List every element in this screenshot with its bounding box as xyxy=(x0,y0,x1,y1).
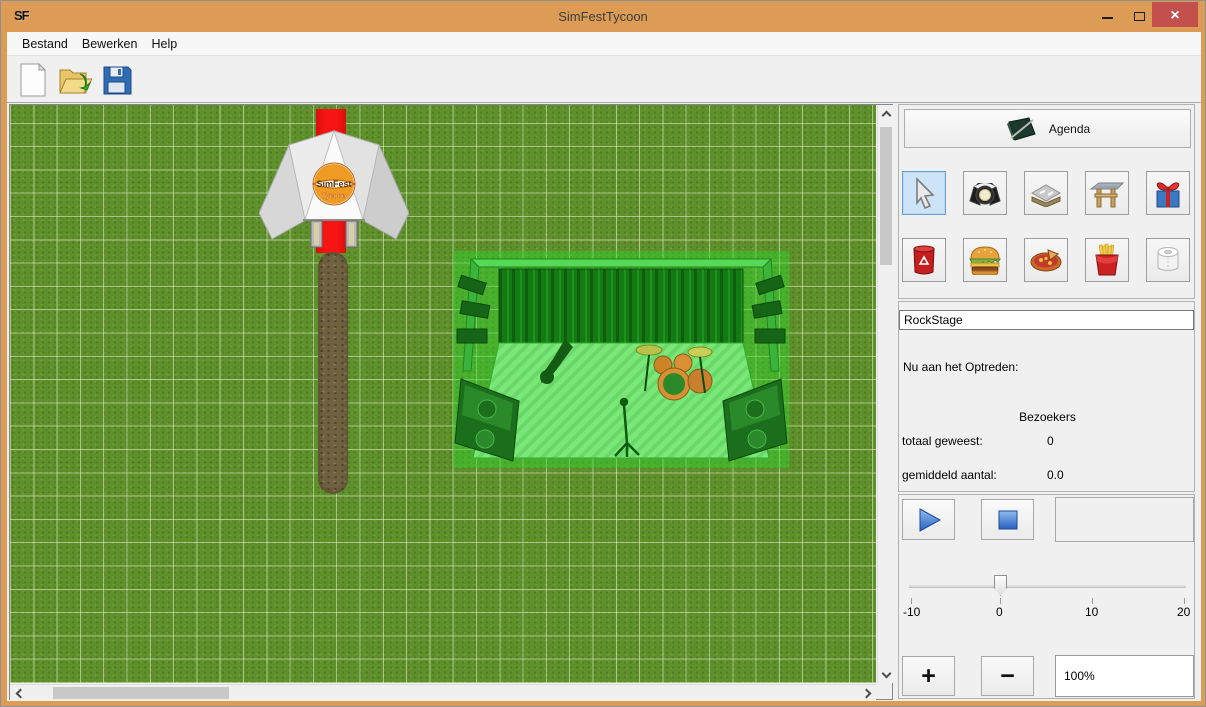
burger-icon xyxy=(967,245,1003,275)
simfesttycoon-window: SF SimFestTycoon × Bestand Bewerken Help xyxy=(0,0,1206,707)
horizontal-scrollbar xyxy=(10,684,876,700)
menubar: Bestand Bewerken Help xyxy=(7,32,1201,56)
tool-spotlight-button[interactable] xyxy=(963,171,1007,215)
play-button[interactable] xyxy=(902,499,955,540)
minimize-button[interactable] xyxy=(1092,2,1122,27)
average-visitors-label: gemiddeld aantal: xyxy=(902,468,997,482)
total-visitors-label: totaal geweest: xyxy=(902,434,983,448)
stage-info-group: Nu aan het Optreden: Bezoekers totaal ge… xyxy=(898,301,1195,492)
tool-select-button[interactable] xyxy=(902,171,946,215)
dirt-path[interactable] xyxy=(318,252,348,494)
tool-toilet-button[interactable] xyxy=(1146,238,1190,282)
new-file-button[interactable] xyxy=(15,62,51,98)
gift-icon xyxy=(1151,176,1185,210)
maximize-button[interactable] xyxy=(1124,2,1154,27)
tool-fries-button[interactable] xyxy=(1085,238,1129,282)
scroll-down-button[interactable] xyxy=(878,667,894,683)
chevron-down-icon xyxy=(881,668,891,678)
speed-slider-track[interactable] xyxy=(909,585,1186,588)
svg-text:Tycoon: Tycoon xyxy=(322,193,346,200)
menu-help[interactable]: Help xyxy=(144,33,184,55)
vertical-scrollbar-thumb[interactable] xyxy=(880,127,892,265)
control-panel: Agenda xyxy=(896,104,1198,700)
slider-tick xyxy=(1184,598,1185,604)
tool-gate-button[interactable] xyxy=(1085,171,1129,215)
stop-icon xyxy=(997,509,1019,531)
titlebar: SF SimFestTycoon × xyxy=(2,2,1204,32)
empty-display-panel xyxy=(1055,497,1194,542)
tools-group: Agenda xyxy=(898,104,1195,299)
stage-truss xyxy=(471,259,771,267)
tool-merchandise-button[interactable] xyxy=(1146,171,1190,215)
trash-can-icon xyxy=(909,244,939,276)
agenda-book-icon xyxy=(1005,116,1039,142)
slider-tick xyxy=(911,598,912,604)
tool-pizza-button[interactable] xyxy=(1024,238,1068,282)
open-file-button[interactable] xyxy=(57,62,93,98)
stage-curtain xyxy=(499,269,743,343)
agenda-button[interactable]: Agenda xyxy=(904,109,1191,148)
map-area: SimFest Tycoon xyxy=(9,104,893,700)
toilet-paper-icon xyxy=(1153,244,1183,276)
zoom-in-button[interactable]: + xyxy=(902,656,955,696)
scroll-right-button[interactable] xyxy=(860,685,876,701)
slider-label-min: -10 xyxy=(903,605,920,619)
speed-slider-thumb[interactable] xyxy=(994,575,1007,596)
road-tile-icon xyxy=(1028,179,1064,207)
rock-stage-selected[interactable] xyxy=(453,251,789,468)
save-floppy-icon xyxy=(102,65,132,95)
spotlight-icon xyxy=(968,177,1002,209)
visitors-header: Bezoekers xyxy=(899,410,1196,424)
tool-trash-button[interactable] xyxy=(902,238,946,282)
now-performing-label: Nu aan het Optreden: xyxy=(903,360,1018,374)
window-client-area: Bestand Bewerken Help xyxy=(7,32,1201,701)
tent-legs xyxy=(311,221,357,247)
new-document-icon xyxy=(18,63,48,97)
chevron-left-icon xyxy=(15,688,25,698)
tool-burger-button[interactable] xyxy=(963,238,1007,282)
scroll-left-button[interactable] xyxy=(10,685,26,701)
entrance-tent[interactable]: SimFest Tycoon xyxy=(259,127,409,249)
fries-icon xyxy=(1092,243,1122,277)
open-folder-icon xyxy=(58,64,92,96)
slider-label-ten: 10 xyxy=(1085,605,1098,619)
entrance-gate-icon xyxy=(1089,177,1125,209)
window-title: SimFestTycoon xyxy=(2,9,1204,24)
play-icon xyxy=(916,507,942,533)
agenda-label: Agenda xyxy=(1049,122,1090,136)
average-visitors-value: 0.0 xyxy=(1047,468,1064,482)
menu-bewerken[interactable]: Bewerken xyxy=(75,33,145,55)
stop-button[interactable] xyxy=(981,499,1034,540)
close-icon: × xyxy=(1170,8,1179,24)
slider-label-max: 20 xyxy=(1177,605,1190,619)
window-frame: SF SimFestTycoon × Bestand Bewerken Help xyxy=(0,0,1206,707)
toolbar xyxy=(7,57,1201,103)
close-button[interactable]: × xyxy=(1152,2,1198,27)
simfest-logo: SimFest Tycoon xyxy=(313,163,355,205)
zoom-out-button[interactable]: − xyxy=(981,656,1034,696)
save-button[interactable] xyxy=(99,62,135,98)
horizontal-scrollbar-thumb[interactable] xyxy=(53,687,229,699)
minimize-icon xyxy=(1102,17,1113,19)
tool-road-button[interactable] xyxy=(1024,171,1068,215)
chevron-right-icon xyxy=(861,688,871,698)
playback-group: -10 0 10 20 + − xyxy=(898,494,1195,699)
menu-bestand[interactable]: Bestand xyxy=(15,33,75,55)
zoom-level-input[interactable] xyxy=(1055,655,1194,697)
slider-label-zero: 0 xyxy=(996,605,1003,619)
maximize-icon xyxy=(1134,12,1145,21)
cursor-icon xyxy=(909,177,939,209)
scroll-up-button[interactable] xyxy=(878,105,894,121)
total-visitors-value: 0 xyxy=(1047,434,1054,448)
pizza-icon xyxy=(1028,246,1064,274)
stage-name-input[interactable] xyxy=(899,310,1194,330)
map-canvas[interactable]: SimFest Tycoon xyxy=(10,105,876,683)
slider-tick xyxy=(1000,598,1001,604)
slider-tick xyxy=(1092,598,1093,604)
svg-text:SimFest: SimFest xyxy=(316,179,351,189)
vertical-scrollbar xyxy=(877,105,893,683)
chevron-up-icon xyxy=(881,110,891,120)
